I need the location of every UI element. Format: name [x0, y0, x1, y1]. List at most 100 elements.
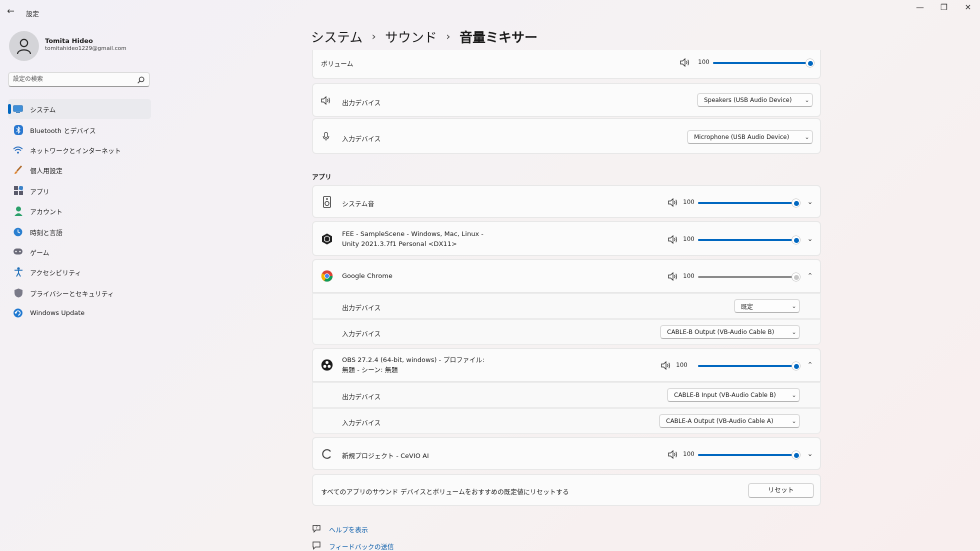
chevron-up-icon[interactable]: ⌃ — [805, 271, 815, 281]
profile-name: Tomita Hideo — [45, 37, 93, 45]
sidebar-item-label: 個人用設定 — [30, 167, 63, 176]
breadcrumb-sound[interactable]: サウンド — [385, 27, 437, 46]
accessibility-icon — [13, 267, 23, 278]
sidebar-item-label: ゲーム — [30, 248, 50, 257]
breadcrumb-separator: › — [446, 30, 451, 43]
output-device-label: 出力デバイス — [342, 99, 381, 107]
output-device-label: 出力デバイス — [342, 393, 381, 401]
speaker-icon[interactable] — [661, 361, 671, 370]
output-device-dropdown[interactable]: CABLE-B Input (VB-Audio Cable B) ⌄ — [667, 388, 800, 402]
chevron-down-icon[interactable]: ⌄ — [805, 234, 815, 244]
minimize-icon[interactable]: — — [911, 2, 929, 14]
volume-slider[interactable] — [698, 451, 800, 459]
app-row-system-sounds[interactable]: システム音 100 ⌄ — [312, 185, 821, 218]
reset-button[interactable]: リセット — [748, 483, 814, 498]
input-device-card: 入力デバイス Microphone (USB Audio Device) ⌄ — [312, 118, 821, 154]
speaker-icon[interactable] — [668, 272, 678, 281]
search-box[interactable] — [8, 72, 150, 87]
slider-thumb[interactable] — [792, 236, 800, 244]
back-arrow-icon[interactable]: ← — [7, 6, 19, 18]
input-device-dropdown[interactable]: CABLE-B Output (VB-Audio Cable B) ⌄ — [660, 325, 800, 339]
volume-value: 100 — [683, 236, 695, 243]
app-row-cevio[interactable]: 新規プロジェクト - CeVIO AI 100 ⌄ — [312, 437, 821, 470]
help-link[interactable]: ヘルプを表示 — [329, 524, 368, 534]
input-device-label: 入力デバイス — [342, 419, 381, 427]
feedback-link[interactable]: フィードバックの送信 — [329, 541, 394, 551]
slider-thumb[interactable] — [792, 273, 800, 281]
slider-thumb[interactable] — [792, 199, 800, 207]
sidebar-nav: システム Bluetooth とデバイス ネットワークとインターネット 個人用設… — [8, 99, 151, 323]
speaker-icon[interactable] — [680, 58, 690, 67]
app-row-obs[interactable]: OBS 27.2.4 (64-bit, windows) - プロファイル: 無… — [312, 348, 821, 382]
system-icon — [13, 104, 23, 114]
sidebar-item-windows-update[interactable]: Windows Update — [8, 303, 151, 323]
sidebar-item-personalization[interactable]: 個人用設定 — [8, 160, 151, 180]
sidebar-item-system[interactable]: システム — [8, 99, 151, 120]
slider-fill — [698, 239, 796, 241]
volume-slider[interactable] — [698, 362, 800, 370]
volume-slider[interactable] — [698, 273, 800, 281]
volume-label: ボリューム — [321, 60, 354, 68]
chevron-up-icon[interactable]: ⌃ — [805, 360, 815, 370]
volume-slider[interactable] — [713, 59, 814, 67]
avatar[interactable] — [9, 31, 39, 61]
sidebar-item-apps[interactable]: アプリ — [8, 181, 151, 201]
close-icon[interactable]: ✕ — [959, 2, 977, 14]
obs-icon — [321, 359, 333, 371]
restore-icon[interactable]: ❐ — [935, 2, 953, 14]
chevron-down-icon: ⌄ — [791, 391, 797, 399]
sidebar-item-label: プライバシーとセキュリティ — [30, 289, 114, 298]
app-row-chrome[interactable]: Google Chrome 100 ⌃ — [312, 259, 821, 293]
sidebar-item-network[interactable]: ネットワークとインターネット — [8, 140, 151, 160]
brush-icon — [13, 165, 23, 175]
obs-output-row: 出力デバイス CABLE-B Input (VB-Audio Cable B) … — [312, 382, 821, 408]
slider-thumb[interactable] — [792, 362, 800, 370]
volume-slider[interactable] — [698, 236, 800, 244]
app-name: システム音 — [342, 200, 375, 208]
input-device-dropdown[interactable]: CABLE-A Output (VB-Audio Cable A) ⌄ — [659, 414, 800, 428]
app-name: FEE - SampleScene - Windows, Mac, Linux … — [342, 230, 484, 248]
sidebar-item-label: ネットワークとインターネット — [30, 146, 121, 155]
output-device-dropdown[interactable]: 既定 ⌄ — [734, 299, 800, 313]
profile-email: tomitahideo1229@gmail.com — [45, 46, 127, 52]
reset-description: すべてのアプリのサウンド デバイスとボリュームをおすすめの既定値にリセットする — [321, 488, 569, 496]
sidebar-item-gaming[interactable]: ゲーム — [8, 242, 151, 262]
sidebar-item-privacy[interactable]: プライバシーとセキュリティ — [8, 283, 151, 303]
speaker-icon[interactable] — [668, 450, 678, 459]
volume-value: 100 — [683, 199, 695, 206]
shield-icon — [13, 288, 23, 298]
gamepad-icon — [13, 247, 23, 257]
app-row-unity[interactable]: FEE - SampleScene - Windows, Mac, Linux … — [312, 221, 821, 256]
sidebar-item-time-language[interactable]: 時刻と言語 — [8, 221, 151, 241]
unity-icon — [322, 233, 332, 245]
speaker-icon[interactable] — [668, 235, 678, 244]
chevron-down-icon[interactable]: ⌄ — [805, 449, 815, 459]
sidebar-item-bluetooth[interactable]: Bluetooth とデバイス — [8, 119, 151, 139]
search-input[interactable] — [13, 74, 133, 85]
slider-fill — [698, 365, 796, 367]
microphone-icon — [322, 132, 330, 141]
slider-thumb[interactable] — [806, 59, 814, 67]
slider-thumb[interactable] — [792, 451, 800, 459]
chevron-down-icon[interactable]: ⌄ — [805, 197, 815, 207]
speaker-icon[interactable] — [668, 198, 678, 207]
slider-fill — [713, 62, 810, 64]
reset-card: すべてのアプリのサウンド デバイスとボリュームをおすすめの既定値にリセットする … — [312, 474, 821, 506]
bluetooth-icon — [13, 124, 23, 135]
breadcrumb: システム › サウンド › 音量ミキサー — [311, 27, 537, 46]
sidebar-item-label: Bluetooth とデバイス — [30, 126, 96, 135]
sidebar-item-accessibility[interactable]: アクセシビリティ — [8, 262, 151, 282]
breadcrumb-system[interactable]: システム — [311, 27, 363, 46]
volume-value: 100 — [683, 273, 695, 280]
sidebar-item-accounts[interactable]: アカウント — [8, 201, 151, 221]
app-name: OBS 27.2.4 (64-bit, windows) - プロファイル: 無… — [342, 356, 485, 374]
chrome-input-row: 入力デバイス CABLE-B Output (VB-Audio Cable B)… — [312, 319, 821, 345]
chrome-icon — [321, 270, 333, 282]
input-device-dropdown[interactable]: Microphone (USB Audio Device) ⌄ — [687, 130, 813, 144]
output-device-dropdown[interactable]: Speakers (USB Audio Device) ⌄ — [697, 93, 813, 107]
volume-slider[interactable] — [698, 199, 800, 207]
search-icon[interactable] — [137, 76, 145, 84]
sidebar-item-label: システム — [30, 106, 56, 115]
chrome-output-row: 出力デバイス 既定 ⌄ — [312, 293, 821, 319]
feedback-icon — [312, 541, 321, 550]
